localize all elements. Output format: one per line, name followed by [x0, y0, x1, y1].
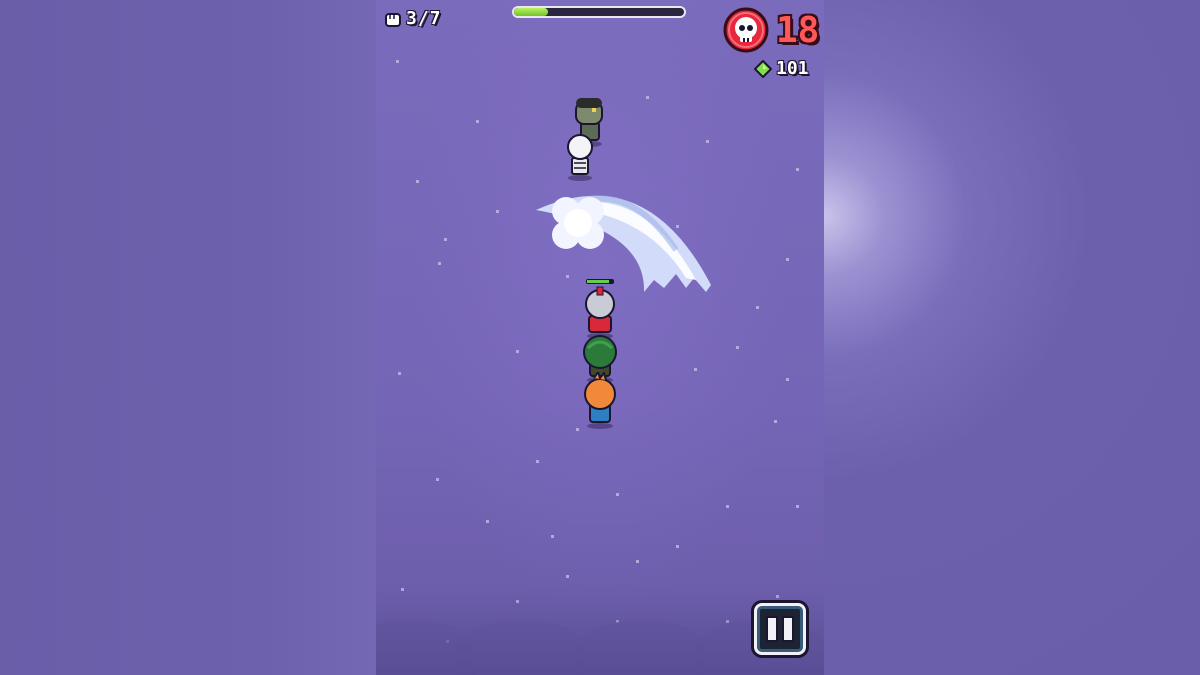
ground-speckle	[646, 96, 649, 99]
wave-progress-bar	[512, 6, 686, 18]
ground-speckle	[416, 180, 419, 183]
ground-speckle	[444, 238, 447, 241]
kill-count: 18	[776, 10, 820, 51]
ground-speckle	[706, 140, 709, 143]
skeleton-enemy	[567, 134, 593, 181]
ground-speckle	[796, 168, 799, 171]
ground-speckle	[694, 368, 697, 371]
pause-button[interactable]	[754, 603, 806, 655]
ground-speckle	[676, 545, 679, 548]
orange-hair-hero	[584, 372, 616, 429]
squad-counter: 3/7	[384, 8, 442, 29]
ground-speckle	[396, 60, 399, 63]
left-letterbox	[0, 0, 376, 675]
skull-icon	[723, 7, 769, 53]
gem-count-text: 101	[776, 58, 809, 79]
green-gem-icon	[754, 59, 772, 78]
ground-speckle	[616, 493, 619, 496]
impact-puff	[552, 197, 604, 249]
squad-count-text: 3/7	[406, 8, 442, 29]
ground-speckle	[756, 306, 759, 309]
ground-speckle	[516, 350, 519, 353]
ground-speckle	[726, 505, 729, 508]
gem-counter: 101	[754, 58, 809, 79]
ground-speckle	[476, 120, 479, 123]
ground-speckle	[736, 346, 739, 349]
game-viewport: 3/7 18 101	[376, 0, 824, 675]
ground-speckle	[786, 258, 789, 261]
ground-speckle	[486, 520, 489, 523]
pause-icon	[782, 616, 794, 642]
ground-speckle	[786, 378, 789, 381]
ground-speckle	[576, 428, 579, 431]
ground-speckle	[566, 575, 569, 578]
right-letterbox	[824, 0, 1200, 675]
ground-speckle	[551, 535, 554, 538]
knight-hero	[585, 279, 615, 339]
ground-speckle	[496, 210, 499, 213]
ground-speckle	[796, 505, 799, 508]
ground-speckle	[398, 372, 401, 375]
ground-speckle	[438, 262, 441, 265]
pause-icon	[766, 616, 778, 642]
wave-progress-fill	[514, 8, 548, 16]
fist-icon	[385, 12, 401, 27]
ground-speckle	[436, 478, 439, 481]
ground-speckle	[636, 560, 639, 563]
ground-speckle	[774, 420, 777, 423]
ground-speckle	[536, 460, 539, 463]
